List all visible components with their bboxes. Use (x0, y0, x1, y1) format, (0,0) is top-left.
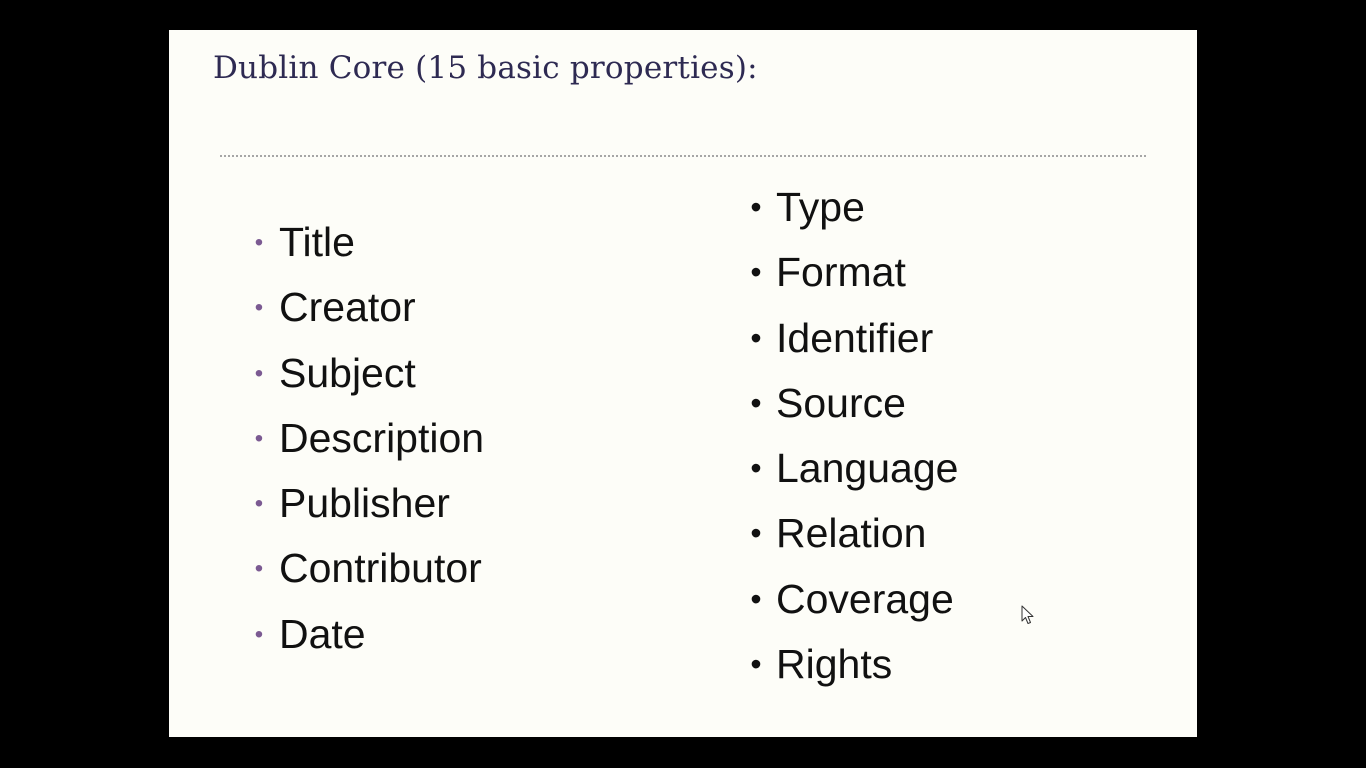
list-item: • Coverage (736, 567, 958, 632)
list-item-label: Rights (776, 641, 893, 688)
list-item-label: Relation (776, 510, 927, 557)
bullet-icon: • (750, 646, 762, 683)
list-item-label: Subject (279, 349, 416, 396)
bullet-icon: • (254, 424, 264, 452)
list-item-label: Contributor (279, 545, 482, 592)
properties-list-left: • Title • Creator • Subject • Description • P… (239, 210, 484, 667)
slide: Dublin Core (15 basic properties): • Titl… (169, 30, 1197, 737)
list-item: • Publisher (239, 471, 484, 536)
bullet-icon: • (254, 555, 264, 583)
list-item: • Language (736, 436, 958, 501)
list-item-label: Identifier (776, 314, 934, 361)
list-item-label: Publisher (279, 480, 450, 527)
bullet-icon: • (254, 359, 264, 387)
bullet-icon: • (254, 229, 264, 256)
bullet-icon: • (750, 515, 762, 552)
bullet-icon: • (254, 490, 264, 518)
list-item-label: Date (279, 610, 366, 657)
list-item: • Rights (736, 632, 958, 697)
list-item-label: Coverage (776, 575, 954, 622)
list-item: • Source (736, 371, 958, 436)
mouse-pointer-icon (1021, 605, 1034, 624)
list-item: • Subject (239, 341, 484, 406)
list-item-label: Title (279, 219, 355, 265)
bullet-icon: • (750, 450, 762, 487)
list-item: • Description (239, 406, 484, 471)
list-item-label: Creator (279, 284, 416, 331)
bullet-icon: • (254, 620, 264, 648)
list-item-label: Language (776, 445, 959, 492)
list-item-label: Format (776, 249, 906, 296)
bullet-icon: • (750, 254, 762, 291)
list-item: • Relation (736, 501, 958, 566)
list-item: • Identifier (736, 306, 958, 371)
list-item-label: Type (776, 184, 865, 230)
slide-title: Dublin Core (15 basic properties): (213, 50, 758, 86)
list-item-label: Description (279, 414, 485, 461)
list-item: • Contributor (239, 536, 484, 601)
list-item: • Date (239, 602, 484, 667)
title-divider (220, 155, 1146, 157)
bullet-icon: • (750, 319, 762, 356)
bullet-icon: • (254, 294, 264, 322)
bullet-icon: • (750, 384, 762, 421)
list-item: • Type (736, 175, 958, 240)
list-item: • Format (736, 240, 958, 305)
list-item: • Title (239, 210, 484, 275)
properties-list-right: • Type • Format • Identifier • Source • Langu… (736, 175, 958, 697)
bullet-icon: • (750, 580, 762, 617)
bullet-icon: • (750, 189, 762, 225)
list-item: • Creator (239, 275, 484, 340)
list-item-label: Source (776, 379, 906, 426)
